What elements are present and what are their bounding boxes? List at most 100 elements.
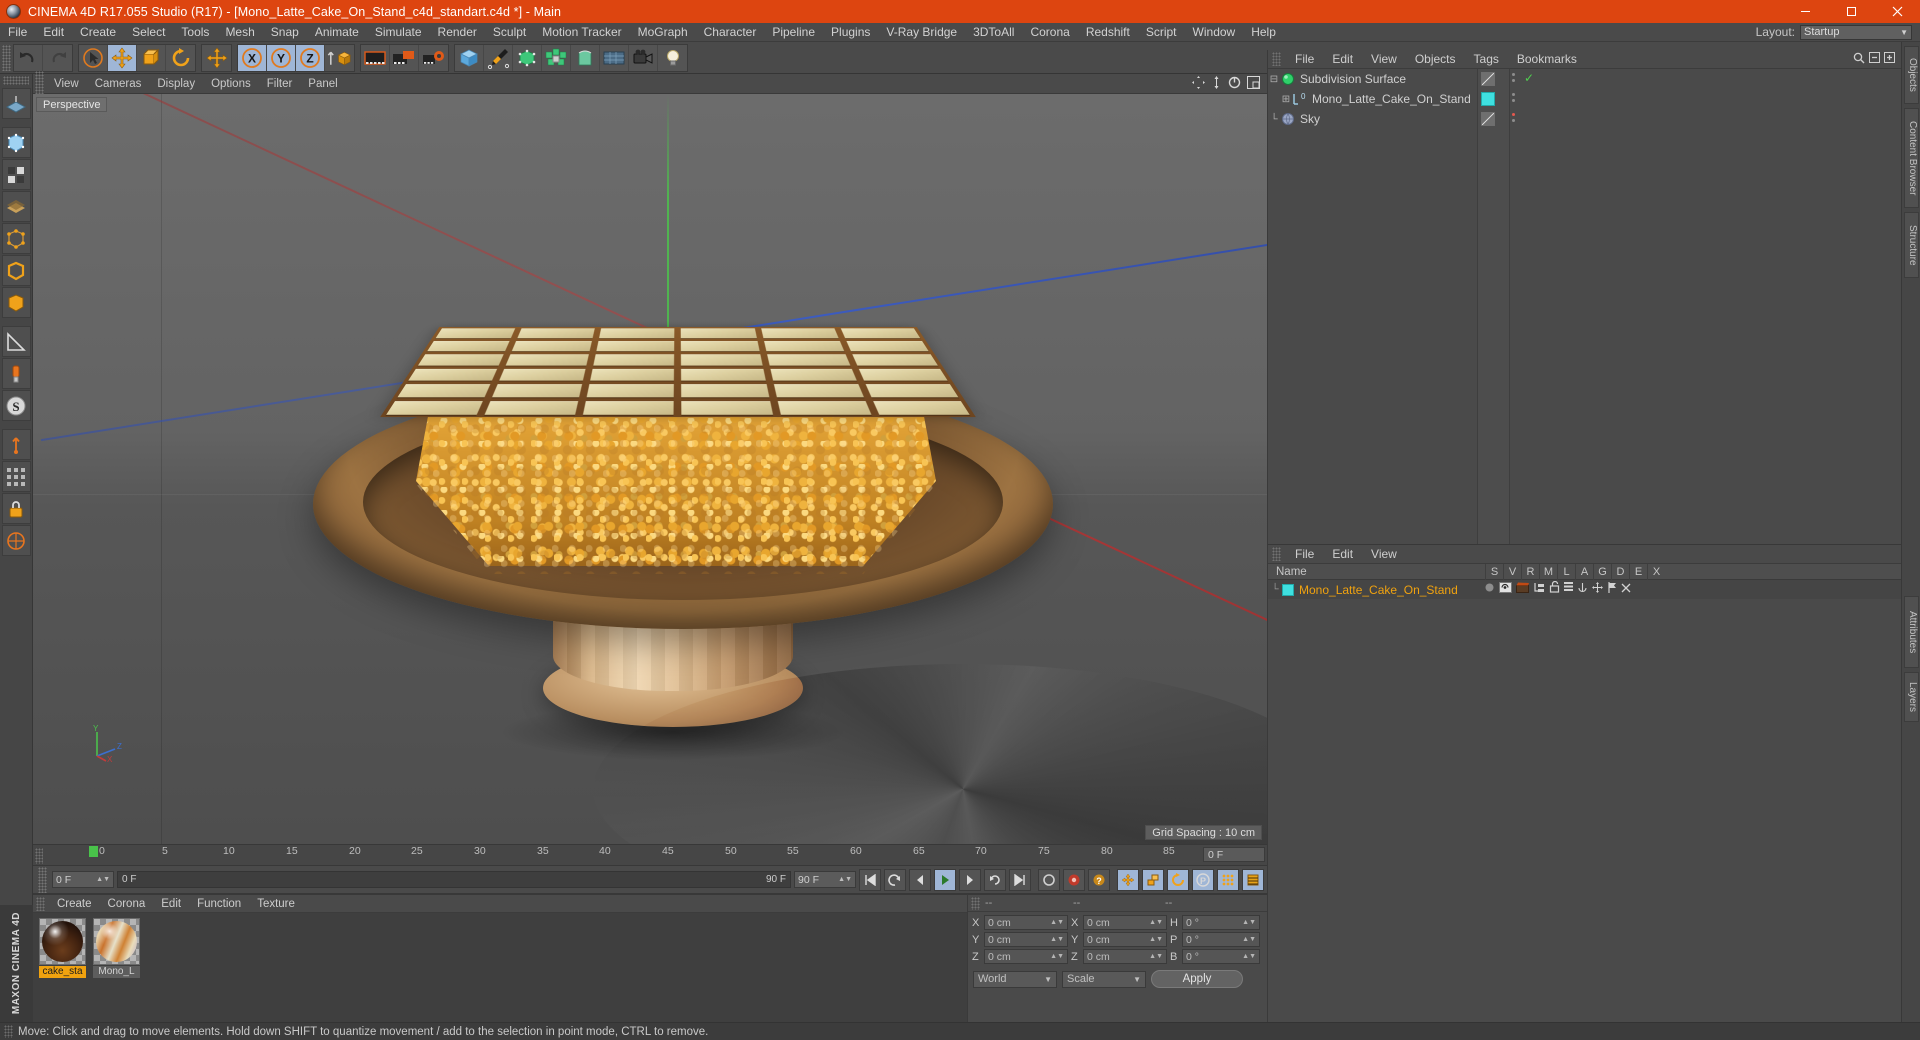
material-menu-texture[interactable]: Texture	[249, 895, 303, 913]
object-row-subdivision-surface[interactable]: ⊟ Subdivision Surface	[1268, 69, 1477, 89]
go-to-end-button[interactable]	[1009, 868, 1031, 891]
tool-paint-button[interactable]	[1, 358, 31, 389]
object-menu-file[interactable]: File	[1286, 50, 1323, 69]
viewport-menu-filter[interactable]: Filter	[259, 74, 301, 94]
spinner-icon[interactable]: ▲▼	[1050, 936, 1064, 943]
visibility-render-dot[interactable]	[1512, 119, 1515, 122]
tool-snap-settings-button[interactable]	[1, 525, 31, 556]
menu-vray-bridge[interactable]: V-Ray Bridge	[878, 23, 965, 42]
material-thumbnail[interactable]	[39, 918, 86, 965]
move-icon[interactable]	[1592, 581, 1603, 596]
menu-window[interactable]: Window	[1185, 23, 1244, 42]
tab-objects[interactable]: Objects	[1904, 46, 1919, 104]
spinner-icon[interactable]: ▲▼	[1149, 953, 1163, 960]
object-menu-objects[interactable]: Objects	[1406, 50, 1465, 69]
rotation-b-input[interactable]: 0 ° ▲▼	[1182, 949, 1260, 964]
object-menu-tags[interactable]: Tags	[1465, 50, 1508, 69]
object-menu-bookmarks[interactable]: Bookmarks	[1508, 50, 1586, 69]
tool-lock-workplane-button[interactable]	[1, 493, 31, 524]
material-name[interactable]: Mono_L	[93, 966, 140, 978]
take-manager-grip[interactable]	[1272, 547, 1281, 561]
tab-content-browser[interactable]: Content Browser	[1904, 108, 1919, 208]
add-floor-button[interactable]	[600, 44, 629, 71]
sky-tag-icon[interactable]	[1481, 112, 1495, 126]
flag-icon[interactable]	[1607, 581, 1617, 596]
position-x-input[interactable]: 0 cm ▲▼	[984, 915, 1068, 930]
timeline-track[interactable]: 0 5 10 15 20 25 30 35 40 45 50 55 60 65 …	[45, 845, 1267, 867]
lock-x-axis-button[interactable]: X	[238, 44, 267, 71]
unlock-icon[interactable]	[1549, 580, 1560, 596]
coordinate-manager-grip[interactable]	[971, 896, 980, 910]
spinner-icon[interactable]: ▲▼	[1149, 919, 1163, 926]
material-item[interactable]: Mono_L	[93, 918, 140, 1018]
apply-button[interactable]: Apply	[1151, 970, 1243, 988]
menu-motion-tracker[interactable]: Motion Tracker	[534, 23, 629, 42]
enabled-check-icon[interactable]: ✓	[1524, 71, 1534, 85]
maximize-viewport-icon[interactable]	[1247, 75, 1260, 92]
tool-texture-mode-button[interactable]	[1, 191, 31, 222]
menu-snap[interactable]: Snap	[263, 23, 307, 42]
object-manager-grip[interactable]	[1272, 52, 1281, 66]
expander-minus-icon[interactable]: ⊟	[1268, 74, 1280, 85]
search-icon[interactable]	[1853, 52, 1865, 67]
expand-icon[interactable]	[1884, 52, 1895, 66]
camera-render-icon[interactable]	[1499, 581, 1512, 596]
size-y-input[interactable]: 0 cm ▲▼	[1083, 932, 1167, 947]
object-row-mono-latte-cake[interactable]: · ⊞ 0 Mono_Latte_Cake_On_Stand	[1268, 89, 1477, 109]
menu-animate[interactable]: Animate	[307, 23, 367, 42]
minimize-button[interactable]	[1782, 0, 1828, 23]
go-to-start-button[interactable]	[859, 868, 881, 891]
tag-cell[interactable]	[1478, 89, 1509, 109]
menu-redshift[interactable]: Redshift	[1078, 23, 1138, 42]
timeline-grip[interactable]	[35, 848, 43, 864]
current-frame-marker[interactable]	[89, 846, 98, 857]
object-state-row[interactable]: ✓	[1510, 69, 1902, 89]
timeline-settings-button[interactable]	[1242, 868, 1264, 891]
visibility-editor-dot[interactable]	[1512, 73, 1515, 76]
size-mode-dropdown[interactable]: Scale ▼	[1062, 970, 1146, 988]
scale-tool-button[interactable]	[137, 44, 166, 71]
lock-z-axis-button[interactable]: Z	[296, 44, 325, 71]
anchor-icon[interactable]	[1577, 582, 1588, 596]
cross-icon[interactable]	[1621, 582, 1631, 596]
material-menu-corona[interactable]: Corona	[100, 895, 154, 913]
object-menu-edit[interactable]: Edit	[1323, 50, 1362, 69]
record-active-objects-button[interactable]	[1038, 868, 1060, 891]
menu-simulate[interactable]: Simulate	[367, 23, 430, 42]
pan-icon[interactable]	[1192, 75, 1205, 92]
menu-mograph[interactable]: MoGraph	[630, 23, 696, 42]
live-selection-tool-button[interactable]	[79, 44, 108, 71]
rotation-p-input[interactable]: 0 ° ▲▼	[1182, 932, 1260, 947]
display-tag-icon[interactable]	[1481, 72, 1495, 86]
tab-attributes[interactable]: Attributes	[1904, 596, 1919, 668]
go-to-next-frame-button[interactable]	[959, 868, 981, 891]
tab-structure[interactable]: Structure	[1904, 212, 1919, 278]
rotate-tool-button[interactable]	[166, 45, 195, 71]
perspective-viewport[interactable]: Perspective Y Z X Grid Spacing: 10 cm	[33, 94, 1267, 844]
toolbar-grip[interactable]	[2, 44, 11, 71]
hierarchy-icon[interactable]	[1533, 582, 1545, 596]
material-thumbnail[interactable]	[93, 918, 140, 965]
position-z-input[interactable]: 0 cm ▲▼	[984, 949, 1068, 964]
menu-character[interactable]: Character	[696, 23, 765, 42]
spinner-icon[interactable]: ▲▼	[838, 876, 852, 883]
take-row[interactable]: └ Mono_Latte_Cake_On_Stand	[1268, 580, 1901, 599]
take-menu-file[interactable]: File	[1286, 545, 1323, 564]
tool-enable-axis-button[interactable]	[1, 429, 31, 460]
clapper-icon[interactable]	[1516, 582, 1529, 596]
size-z-input[interactable]: 0 cm ▲▼	[1083, 949, 1167, 964]
material-menu-edit[interactable]: Edit	[153, 895, 189, 913]
end-frame-input[interactable]: 90 F ▲▼	[794, 871, 856, 888]
redo-button[interactable]	[43, 45, 72, 71]
viewport-menu-view[interactable]: View	[46, 74, 87, 94]
tool-viewport-solo-button[interactable]	[1, 461, 31, 492]
close-button[interactable]	[1874, 0, 1920, 23]
viewport-menu-cameras[interactable]: Cameras	[87, 74, 150, 94]
power-slider-grip[interactable]	[38, 866, 47, 893]
viewport-menu-display[interactable]: Display	[149, 74, 203, 94]
material-menu-create[interactable]: Create	[49, 895, 100, 913]
add-light-button[interactable]	[658, 45, 687, 71]
material-manager-grip[interactable]	[36, 896, 45, 911]
material-name[interactable]: cake_sta	[39, 966, 86, 978]
object-state-row[interactable]	[1510, 109, 1902, 129]
